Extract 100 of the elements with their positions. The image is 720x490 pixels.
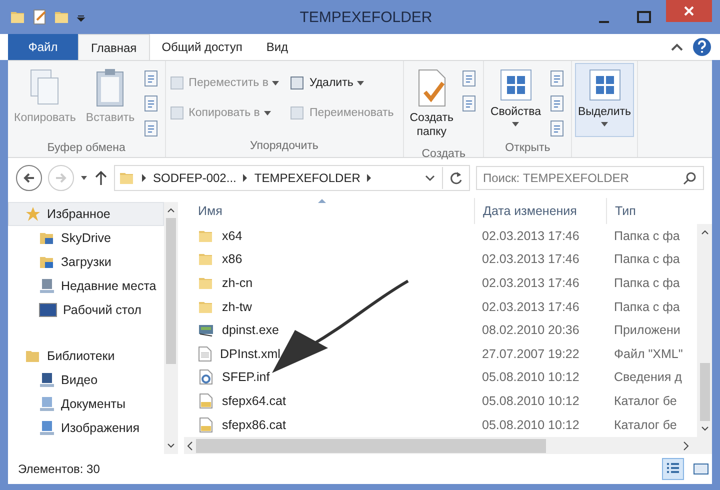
group-label: Создать: [420, 146, 466, 162]
clipboard-icon: [94, 68, 126, 108]
file-name[interactable]: zh-tw: [222, 300, 252, 314]
dropdown-icon[interactable]: [80, 174, 88, 182]
sidebar-item[interactable]: SkyDrive: [8, 226, 164, 250]
breadcrumb[interactable]: TEMPEXEFOLDER: [254, 171, 360, 185]
chevron-icon[interactable]: [242, 174, 248, 182]
ribbon-button[interactable]: Создать папку: [406, 63, 456, 145]
sidebar-item[interactable]: Библиотеки: [8, 344, 164, 368]
command-icon: [168, 105, 185, 121]
type-cell-text: Папка с фа: [613, 276, 681, 290]
sidebar-item[interactable]: Изображения: [8, 416, 164, 440]
close-button[interactable]: [666, 0, 712, 22]
sidebar-item[interactable]: Рабочий стол: [8, 298, 164, 322]
catalog-file-icon: [198, 416, 214, 433]
breadcrumb[interactable]: SODFEP-002...: [153, 171, 236, 185]
star-icon: [25, 206, 41, 222]
type-cell-text: Каталог бе: [613, 418, 678, 432]
scrollbar-thumb[interactable]: [196, 438, 546, 452]
maximize-icon: [637, 11, 651, 23]
date-cell-text: 05.08.2010 10:12: [481, 418, 580, 432]
back-button[interactable]: [16, 165, 42, 191]
date-cell-text: 02.03.2013 17:46: [481, 300, 580, 314]
sidebar-item[interactable]: Документы: [8, 392, 164, 416]
command-icon: [168, 75, 185, 91]
type-cell-text: Папка с фа: [613, 300, 681, 314]
folder-icon: [198, 251, 214, 268]
document-icon: [198, 346, 212, 362]
file-name[interactable]: zh-cn: [222, 276, 253, 290]
library-icon: [39, 278, 55, 294]
sidebar-item[interactable]: Видео: [8, 368, 164, 392]
sidebar-item[interactable]: Недавние места: [8, 274, 164, 298]
folder-icon: [25, 348, 41, 364]
library-icon: [39, 420, 55, 436]
dropdown-icon[interactable]: [424, 173, 436, 183]
forward-arrow-icon: [54, 171, 68, 185]
ribbon-tab[interactable]: Общий доступ: [150, 34, 254, 60]
dropdown-icon: [601, 122, 608, 128]
chevron-icon[interactable]: [366, 174, 372, 182]
horizontal-scrollbar[interactable]: [184, 437, 712, 454]
settings-file-icon: [198, 369, 214, 386]
scrollbar[interactable]: [164, 202, 178, 454]
details-view-button[interactable]: [662, 458, 684, 480]
library-icon: [39, 396, 55, 412]
back-arrow-icon: [22, 171, 36, 185]
date-cell-text: 02.03.2013 17:46: [481, 276, 580, 290]
ribbon-tab[interactable]: Главная: [78, 34, 150, 60]
file-name[interactable]: x86: [222, 252, 242, 266]
search-field[interactable]: Поиск: TEMPEXEFOLDER: [476, 166, 704, 190]
window-title: TEMPEXEFOLDER: [298, 8, 434, 26]
scrollbar-thumb[interactable]: [700, 363, 710, 421]
folder-icon: [39, 230, 55, 246]
minimize-icon: [598, 21, 610, 23]
dropdown-icon: [272, 80, 280, 86]
properties-icon[interactable]: [32, 9, 48, 25]
command-icon: [289, 75, 306, 91]
date-cell-text: 08.02.2010 20:36: [481, 323, 580, 338]
date-cell-text: 05.08.2010 10:12: [481, 370, 580, 384]
ribbon-tab[interactable]: Вид: [254, 34, 300, 60]
address-bar[interactable]: SODFEP-002... TEMPEXEFOLDER: [114, 165, 470, 191]
group-label: Открыть: [504, 141, 552, 156]
ribbon-button[interactable]: Удалить: [289, 75, 394, 91]
grid-icon: [588, 68, 622, 102]
type-cell-text: Сведения д: [613, 370, 683, 384]
ribbon-tab[interactable]: Файл: [8, 34, 78, 60]
file-name[interactable]: sfepx86.cat: [222, 418, 286, 432]
sidebar-item[interactable]: Избранное: [8, 202, 164, 226]
file-name[interactable]: SFEP.inf: [222, 370, 270, 384]
group-label: Буфер обмена: [46, 141, 126, 156]
file-name[interactable]: sfepx64.cat: [222, 394, 286, 408]
date-cell-text: 02.03.2013 17:46: [481, 252, 580, 266]
ribbon-button[interactable]: Свойства: [487, 63, 544, 132]
grid-icon: [498, 68, 533, 102]
catalog-file-icon: [198, 392, 214, 409]
dropdown-icon: [512, 122, 520, 128]
file-name[interactable]: DPInst.xml: [220, 346, 280, 361]
type-cell-text: Файл "XML": [613, 346, 684, 361]
command-icon: [289, 105, 306, 121]
sidebar-item[interactable]: Загрузки: [8, 250, 164, 274]
ribbon-button[interactable]: Выделить: [574, 63, 634, 137]
folder-icon: [119, 170, 135, 186]
sort-arrow-icon: [317, 198, 327, 204]
dropdown-icon: [264, 110, 271, 116]
folder-icon: [10, 9, 26, 25]
file-name[interactable]: x64: [222, 228, 242, 243]
picture-icon: [693, 462, 709, 476]
date-cell-text: 02.03.2013 17:46: [481, 228, 580, 243]
type-cell-text: Папка с фа: [613, 228, 681, 243]
column-header[interactable]: Дата изменения: [474, 198, 606, 224]
scrollbar[interactable]: [697, 224, 712, 437]
column-header[interactable]: Имя: [184, 198, 474, 224]
close-icon: [683, 5, 695, 17]
file-name[interactable]: dpinst.exe: [222, 323, 279, 338]
library-icon: [39, 372, 55, 388]
scrollbar-thumb[interactable]: [166, 218, 176, 364]
chevron-icon[interactable]: [141, 174, 147, 182]
item-count: Элементов: 30: [18, 462, 100, 476]
search-icon[interactable]: [683, 171, 697, 185]
up-arrow-icon[interactable]: [94, 170, 108, 186]
installer-icon: [198, 322, 214, 338]
